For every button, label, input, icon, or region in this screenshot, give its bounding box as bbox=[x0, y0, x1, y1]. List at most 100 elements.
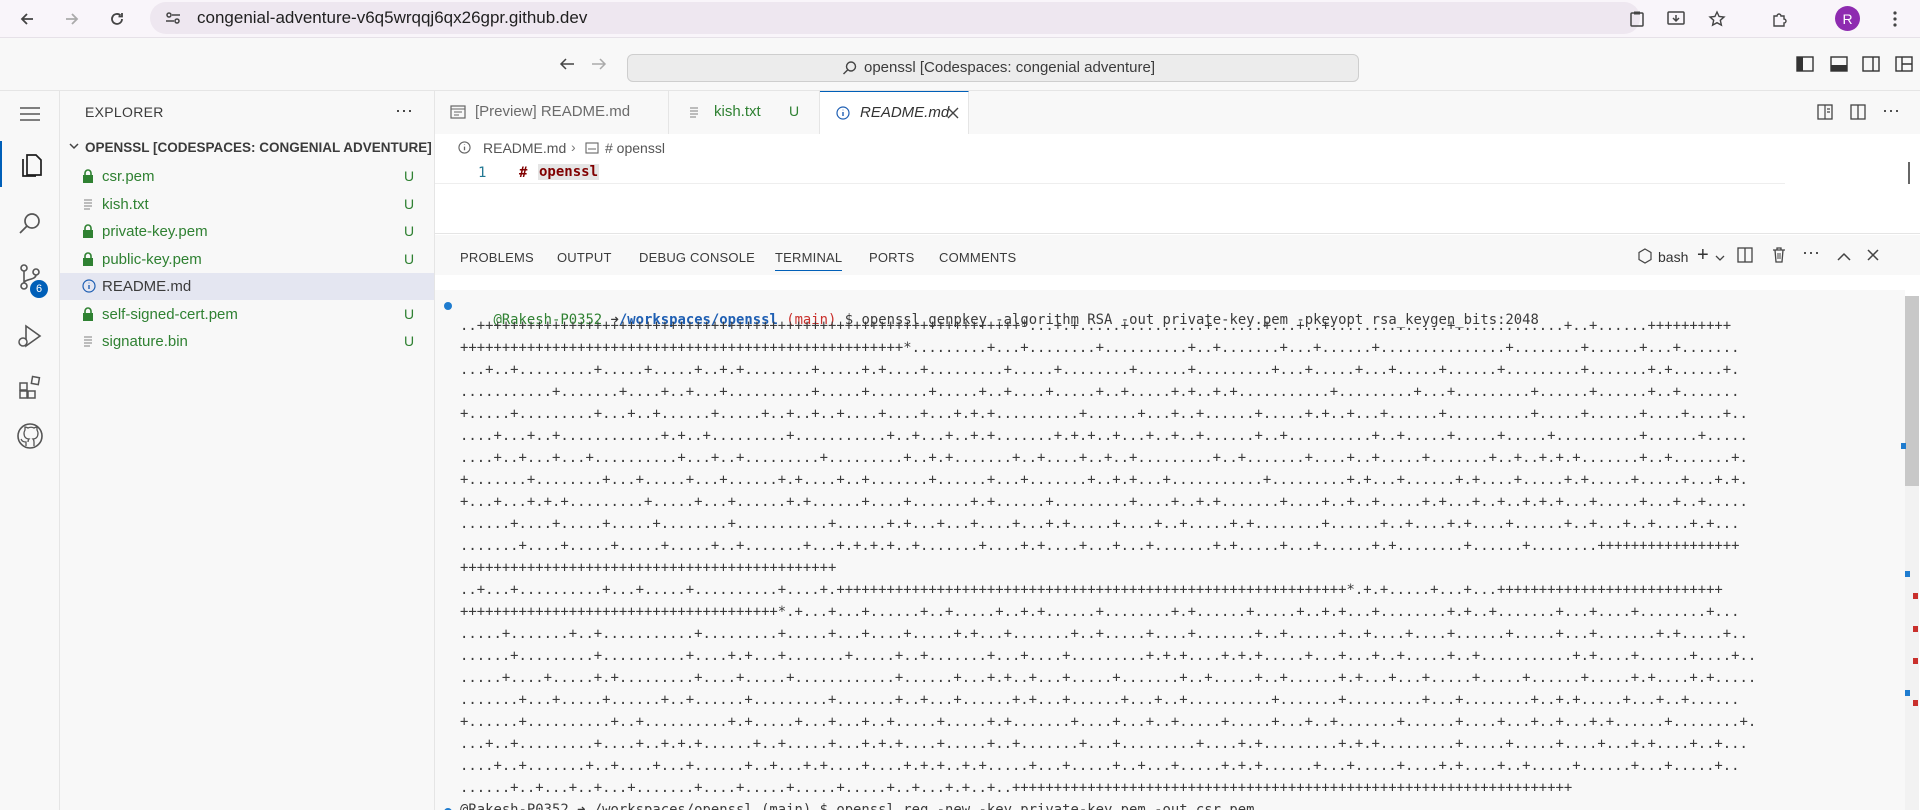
search-view-icon[interactable] bbox=[0, 201, 59, 247]
panel-separator[interactable] bbox=[435, 233, 1920, 234]
file-item-self-signed-cert[interactable]: self-signed-cert.pem U bbox=[60, 301, 434, 328]
folder-header[interactable]: OPENSSL [CODESPACES: CONGENIAL ADVENTURE… bbox=[60, 137, 434, 159]
forward-icon[interactable] bbox=[57, 4, 87, 34]
file-name: private-key.pem bbox=[102, 223, 208, 240]
trash-icon[interactable] bbox=[1772, 246, 1786, 268]
tab-comments[interactable]: COMMENTS bbox=[939, 250, 1016, 265]
breadcrumb: README.md › # openssl bbox=[435, 134, 1920, 162]
explorer-files-icon[interactable] bbox=[0, 141, 61, 187]
split-editor-icon[interactable] bbox=[1850, 104, 1866, 125]
file-item-kish[interactable]: kish.txt U bbox=[60, 191, 434, 218]
address-bar[interactable]: congenial-adventure-v6q5wrqqj6qx26gpr.gi… bbox=[150, 2, 1640, 34]
back-icon[interactable] bbox=[12, 4, 42, 34]
scroll-mark bbox=[1913, 700, 1918, 706]
breadcrumb-symbol[interactable]: # openssl bbox=[605, 140, 665, 156]
reload-icon[interactable] bbox=[102, 4, 132, 34]
run-debug-icon[interactable] bbox=[0, 313, 59, 359]
bookmark-star-icon[interactable] bbox=[1702, 4, 1732, 34]
extensions-puzzle-icon[interactable] bbox=[1765, 4, 1795, 34]
chevron-down-icon bbox=[67, 139, 81, 158]
toggle-panel-icon[interactable] bbox=[1830, 56, 1848, 77]
extensions-icon[interactable] bbox=[0, 364, 59, 410]
lock-icon bbox=[82, 224, 94, 243]
terminal-shell-name[interactable]: bash bbox=[1658, 249, 1688, 265]
tab-ports[interactable]: PORTS bbox=[869, 250, 915, 265]
terminal-output-line: ....+...+..+............+.+..+.........+… bbox=[460, 428, 1748, 444]
file-name: csr.pem bbox=[102, 168, 155, 185]
file-name: kish.txt bbox=[102, 196, 149, 213]
go-back-icon[interactable] bbox=[558, 56, 576, 77]
toggle-secondary-sidebar-icon[interactable] bbox=[1862, 56, 1880, 77]
toggle-primary-sidebar-icon[interactable] bbox=[1796, 56, 1814, 77]
browser-toolbar: congenial-adventure-v6q5wrqqj6qx26gpr.gi… bbox=[0, 0, 1920, 38]
file-name: README.md bbox=[102, 278, 192, 295]
tab-label: README.md bbox=[860, 104, 950, 121]
terminal-output-line: ++++++++++++++++++++++++++++++++++++++*.… bbox=[460, 604, 1740, 620]
editor-line[interactable]: 1 # openssl bbox=[435, 162, 1920, 184]
maximize-panel-icon[interactable] bbox=[1837, 249, 1851, 267]
source-control-icon[interactable]: 6 bbox=[0, 254, 59, 300]
tab-debug-console[interactable]: DEBUG CONSOLE bbox=[639, 250, 755, 265]
file-name: signature.bin bbox=[102, 333, 188, 350]
panel-tabs: PROBLEMS OUTPUT DEBUG CONSOLE TERMINAL P… bbox=[435, 235, 1920, 275]
editor-more-icon[interactable]: ⋯ bbox=[1882, 101, 1900, 122]
more-actions-icon[interactable]: ⋯ bbox=[395, 101, 413, 122]
terminal-output-line: ...........+.......+....+..+...+........… bbox=[460, 384, 1740, 400]
scroll-mark bbox=[1913, 658, 1918, 664]
command-center-text: openssl [Codespaces: congenial adventure… bbox=[864, 59, 1156, 76]
file-item-readme[interactable]: README.md bbox=[60, 273, 434, 300]
customize-layout-icon[interactable] bbox=[1895, 56, 1913, 77]
tab-kish[interactable]: kish.txt U bbox=[669, 91, 820, 134]
profile-avatar[interactable]: R bbox=[1835, 6, 1860, 31]
terminal-output-line: ......+....+.....+.....+........+.......… bbox=[460, 516, 1740, 532]
menu-icon[interactable] bbox=[0, 91, 59, 137]
terminal-output-line: ...+..+.........+.....+.....+..+.+......… bbox=[460, 362, 1740, 378]
editor-tabs: [Preview] README.md kish.txt U README.md… bbox=[435, 91, 1920, 136]
info-icon bbox=[82, 279, 96, 298]
url-text: congenial-adventure-v6q5wrqqj6qx26gpr.gi… bbox=[197, 8, 588, 27]
browser-menu-icon[interactable] bbox=[1880, 4, 1910, 34]
go-forward-icon[interactable] bbox=[590, 56, 608, 77]
close-tab-icon[interactable] bbox=[947, 106, 959, 124]
chevron-down-icon[interactable] bbox=[1715, 250, 1725, 268]
split-terminal-icon[interactable] bbox=[1737, 247, 1753, 268]
file-item-public-key[interactable]: public-key.pem U bbox=[60, 246, 434, 273]
terminal-next-command: @Rakesh-P0352 ➜ /workspaces/openssl (mai… bbox=[460, 802, 1255, 810]
file-item-signature[interactable]: signature.bin U bbox=[60, 328, 434, 355]
activity-bar: 6 bbox=[0, 91, 60, 810]
markdown-heading: openssl bbox=[538, 164, 600, 180]
file-item-private-key[interactable]: private-key.pem U bbox=[60, 218, 434, 245]
new-terminal-icon[interactable]: + bbox=[1697, 244, 1709, 267]
file-status: U bbox=[404, 168, 415, 184]
scroll-mark bbox=[1901, 443, 1906, 449]
tab-output[interactable]: OUTPUT bbox=[557, 250, 612, 265]
github-icon[interactable] bbox=[0, 413, 59, 459]
file-item-csr[interactable]: csr.pem U bbox=[60, 163, 434, 190]
file-status: U bbox=[404, 196, 415, 212]
tab-readme[interactable]: README.md bbox=[820, 91, 969, 136]
terminal-output-line: ...+..+.........+....+..+.+.+......+..+.… bbox=[460, 736, 1748, 752]
lock-icon bbox=[82, 252, 94, 271]
command-center[interactable]: openssl [Codespaces: congenial adventure… bbox=[627, 54, 1359, 82]
command-decoration-icon[interactable] bbox=[444, 302, 452, 310]
terminal-output-line: .......+....+.....+.....+.....+..+......… bbox=[460, 538, 1740, 554]
editor-minimap[interactable] bbox=[1908, 162, 1920, 184]
terminal-scrollbar-thumb[interactable] bbox=[1905, 296, 1919, 486]
terminal[interactable]: @Rakesh-P0352 ➜/workspaces/openssl (main… bbox=[435, 290, 1905, 810]
tab-terminal[interactable]: TERMINAL bbox=[775, 250, 843, 271]
tab-problems[interactable]: PROBLEMS bbox=[460, 250, 534, 265]
file-name: public-key.pem bbox=[102, 251, 202, 268]
file-status: U bbox=[404, 333, 415, 349]
open-preview-icon[interactable] bbox=[1817, 104, 1833, 125]
install-app-icon[interactable] bbox=[1661, 4, 1691, 34]
breadcrumb-file[interactable]: README.md bbox=[483, 140, 566, 156]
tab-preview-readme[interactable]: [Preview] README.md bbox=[435, 91, 669, 134]
panel-more-icon[interactable]: ⋯ bbox=[1802, 243, 1820, 264]
close-panel-icon[interactable] bbox=[1867, 248, 1879, 266]
scroll-mark bbox=[1913, 593, 1918, 599]
clipboard-icon[interactable] bbox=[1622, 4, 1652, 34]
scroll-mark bbox=[1905, 690, 1910, 696]
site-info-icon[interactable] bbox=[164, 9, 182, 32]
preview-icon bbox=[450, 105, 466, 124]
terminal-output-line: ..+...+..........+...+.....+..........+.… bbox=[460, 582, 1723, 598]
